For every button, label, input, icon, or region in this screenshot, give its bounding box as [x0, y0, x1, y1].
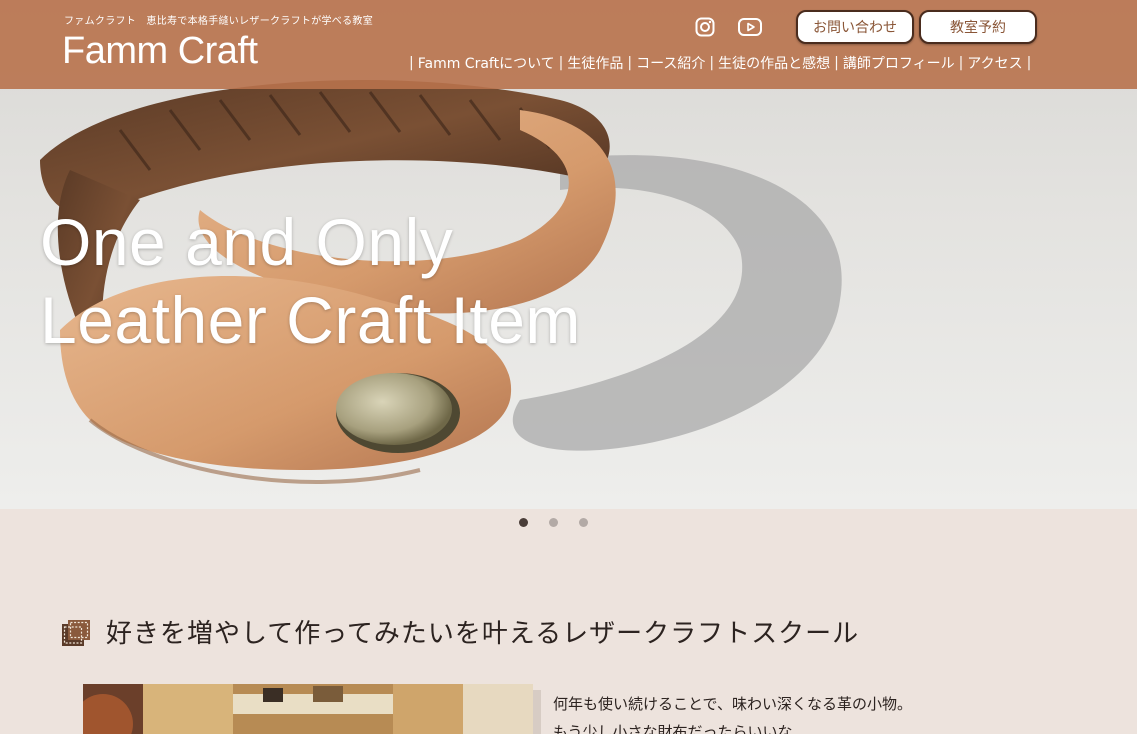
- nav-divider: |: [627, 55, 633, 71]
- hero-headline-line1: One and Only: [40, 205, 454, 279]
- nav-item-instructor[interactable]: 講師プロフィール: [843, 53, 955, 73]
- instagram-icon[interactable]: [692, 14, 718, 40]
- section-title: 好きを増やして作ってみたいを叶えるレザークラフトスクール: [106, 619, 860, 649]
- reserve-button[interactable]: 教室予約: [919, 10, 1037, 44]
- hero-headline-line2: Leather Craft Item: [40, 283, 581, 357]
- classroom-photo: [83, 684, 533, 734]
- slider-dots: [0, 518, 1137, 528]
- hero-headline: One and Only Leather Craft Item: [40, 203, 581, 359]
- nav-divider: |: [958, 55, 964, 71]
- site-header: ファムクラフト 恵比寿で本格手縫いレザークラフトが学べる教室 Famm Craf…: [0, 0, 1137, 89]
- nav-item-about[interactable]: Famm Craftについて: [418, 53, 555, 73]
- nav-item-reviews[interactable]: 生徒の作品と感想: [718, 53, 830, 73]
- contact-button[interactable]: お問い合わせ: [796, 10, 914, 44]
- intro-line-2: もう少し小さな財布だったらいいな: [553, 723, 793, 734]
- site-logo[interactable]: Famm Craft: [62, 30, 258, 73]
- nav-divider: |: [834, 55, 839, 71]
- slider-dot-2[interactable]: [549, 518, 558, 527]
- site-tagline: ファムクラフト 恵比寿で本格手縫いレザークラフトが学べる教室: [64, 16, 373, 27]
- main-nav: | Famm Craftについて | 生徒作品 | コース紹介 | 生徒の作品と…: [405, 53, 1035, 73]
- nav-divider: |: [1026, 55, 1032, 71]
- intro-line-1: 何年も使い続けることで、味わい深くなる革の小物。: [553, 695, 912, 713]
- slider-dot-1[interactable]: [519, 518, 528, 527]
- stitched-leather-icon: [60, 618, 92, 648]
- youtube-icon[interactable]: [737, 14, 763, 40]
- nav-item-access[interactable]: アクセス: [967, 53, 1022, 73]
- intro-paragraph: 何年も使い続けることで、味わい深くなる革の小物。 もう少し小さな財布だったらいい…: [553, 690, 912, 734]
- photo-divider: [533, 690, 541, 734]
- nav-divider: |: [558, 55, 564, 71]
- nav-divider: |: [709, 55, 715, 71]
- nav-item-courses[interactable]: コース紹介: [636, 53, 705, 73]
- nav-divider: |: [409, 55, 414, 71]
- nav-item-student-works[interactable]: 生徒作品: [567, 53, 623, 73]
- slider-dot-3[interactable]: [579, 518, 588, 527]
